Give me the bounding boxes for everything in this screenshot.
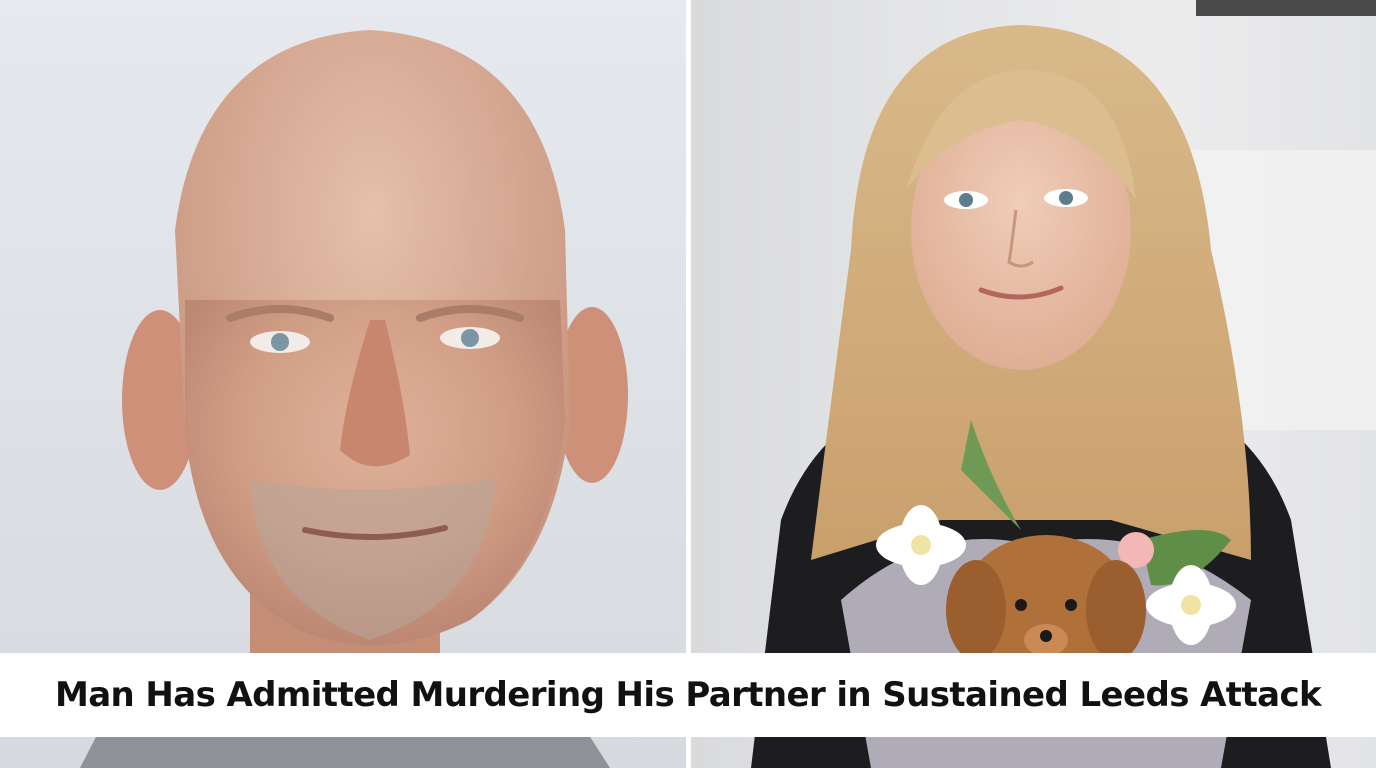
caption-band: Man Has Admitted Murdering His Partner i… (0, 653, 1376, 737)
news-thumbnail: Man Has Admitted Murdering His Partner i… (0, 0, 1376, 768)
headline: Man Has Admitted Murdering His Partner i… (54, 675, 1322, 715)
